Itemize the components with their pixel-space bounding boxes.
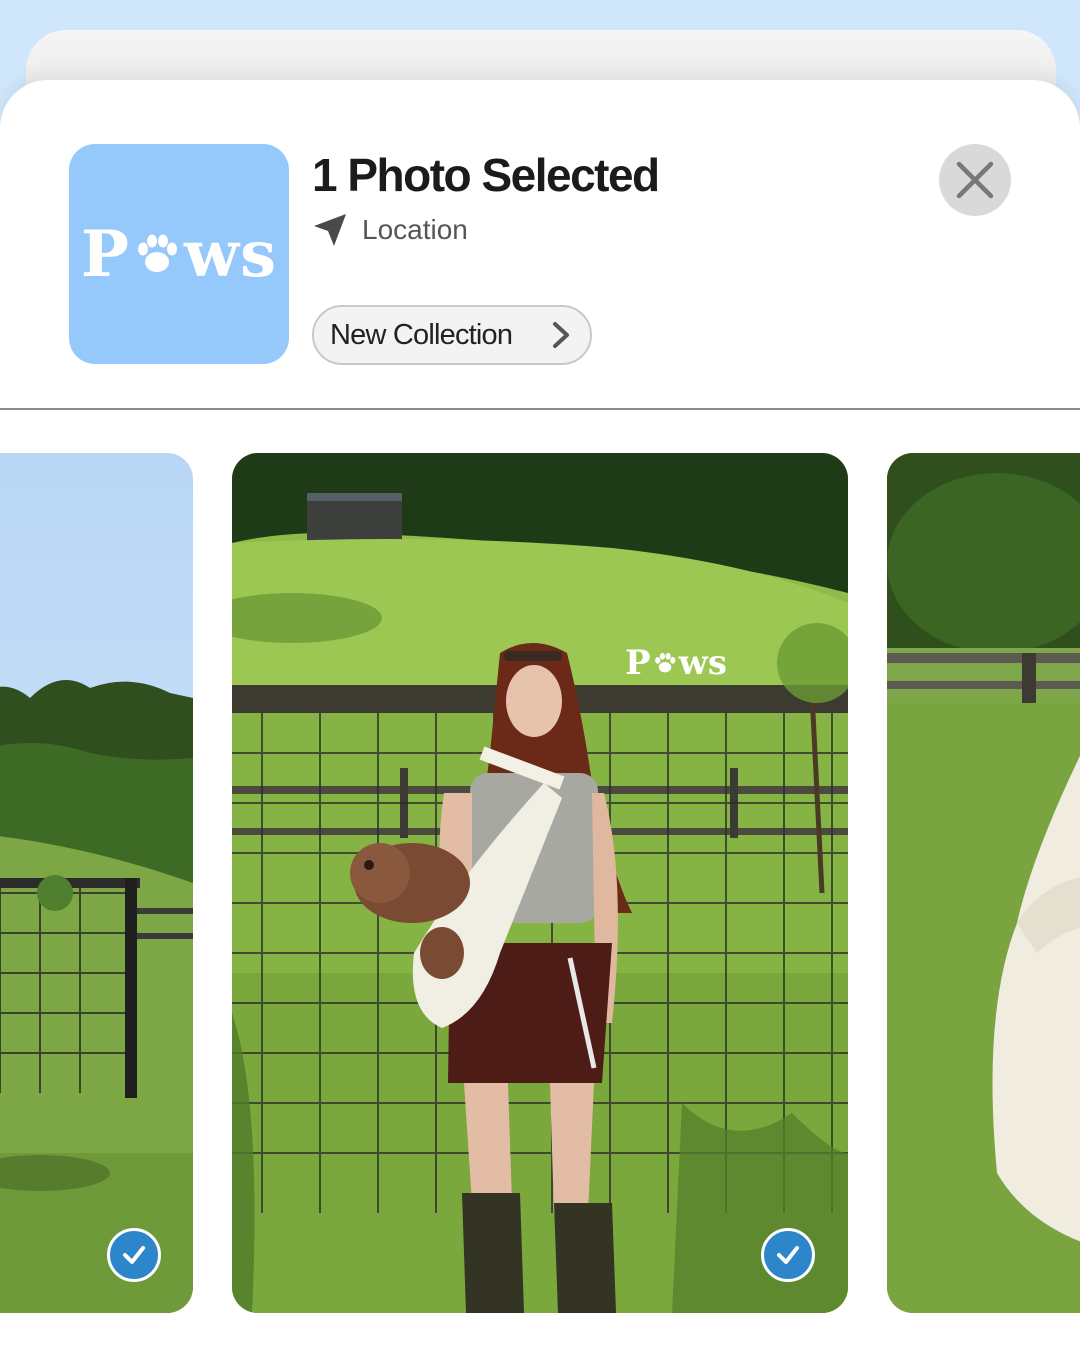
app-icon-paws: P ws xyxy=(69,144,289,364)
checkmark-icon xyxy=(777,1246,799,1264)
logo-letter-right: ws xyxy=(184,216,278,292)
paw-icon xyxy=(654,652,675,673)
paws-logo: P ws xyxy=(81,217,277,292)
location-arrow-icon xyxy=(314,214,346,246)
chevron-right-icon xyxy=(553,322,569,348)
photo-left-scene xyxy=(0,453,193,1313)
watermark-letter-right: ws xyxy=(678,643,727,683)
photo-right-scene xyxy=(887,453,1080,1313)
photo-left[interactable] xyxy=(0,453,193,1313)
logo-letter-left: P xyxy=(80,216,130,292)
location-row[interactable]: Location xyxy=(312,212,468,248)
paws-watermark: P ws xyxy=(625,643,727,683)
header-divider xyxy=(0,408,1080,410)
selected-checkmark-center[interactable] xyxy=(761,1228,815,1282)
selected-checkmark-left[interactable] xyxy=(107,1228,161,1282)
close-button[interactable] xyxy=(939,144,1011,216)
paw-icon xyxy=(138,234,177,272)
checkmark-icon xyxy=(123,1246,145,1264)
watermark-letter-left: P xyxy=(625,643,651,683)
photo-center[interactable]: P ws xyxy=(232,453,848,1313)
photo-right[interactable] xyxy=(887,453,1080,1313)
location-label: Location xyxy=(362,214,468,245)
new-collection-button[interactable]: New Collection xyxy=(312,305,592,365)
close-icon xyxy=(956,161,994,199)
new-collection-label: New Collection xyxy=(330,318,513,351)
selection-title: 1 Photo Selected xyxy=(312,149,660,201)
photo-center-scene xyxy=(232,453,848,1313)
